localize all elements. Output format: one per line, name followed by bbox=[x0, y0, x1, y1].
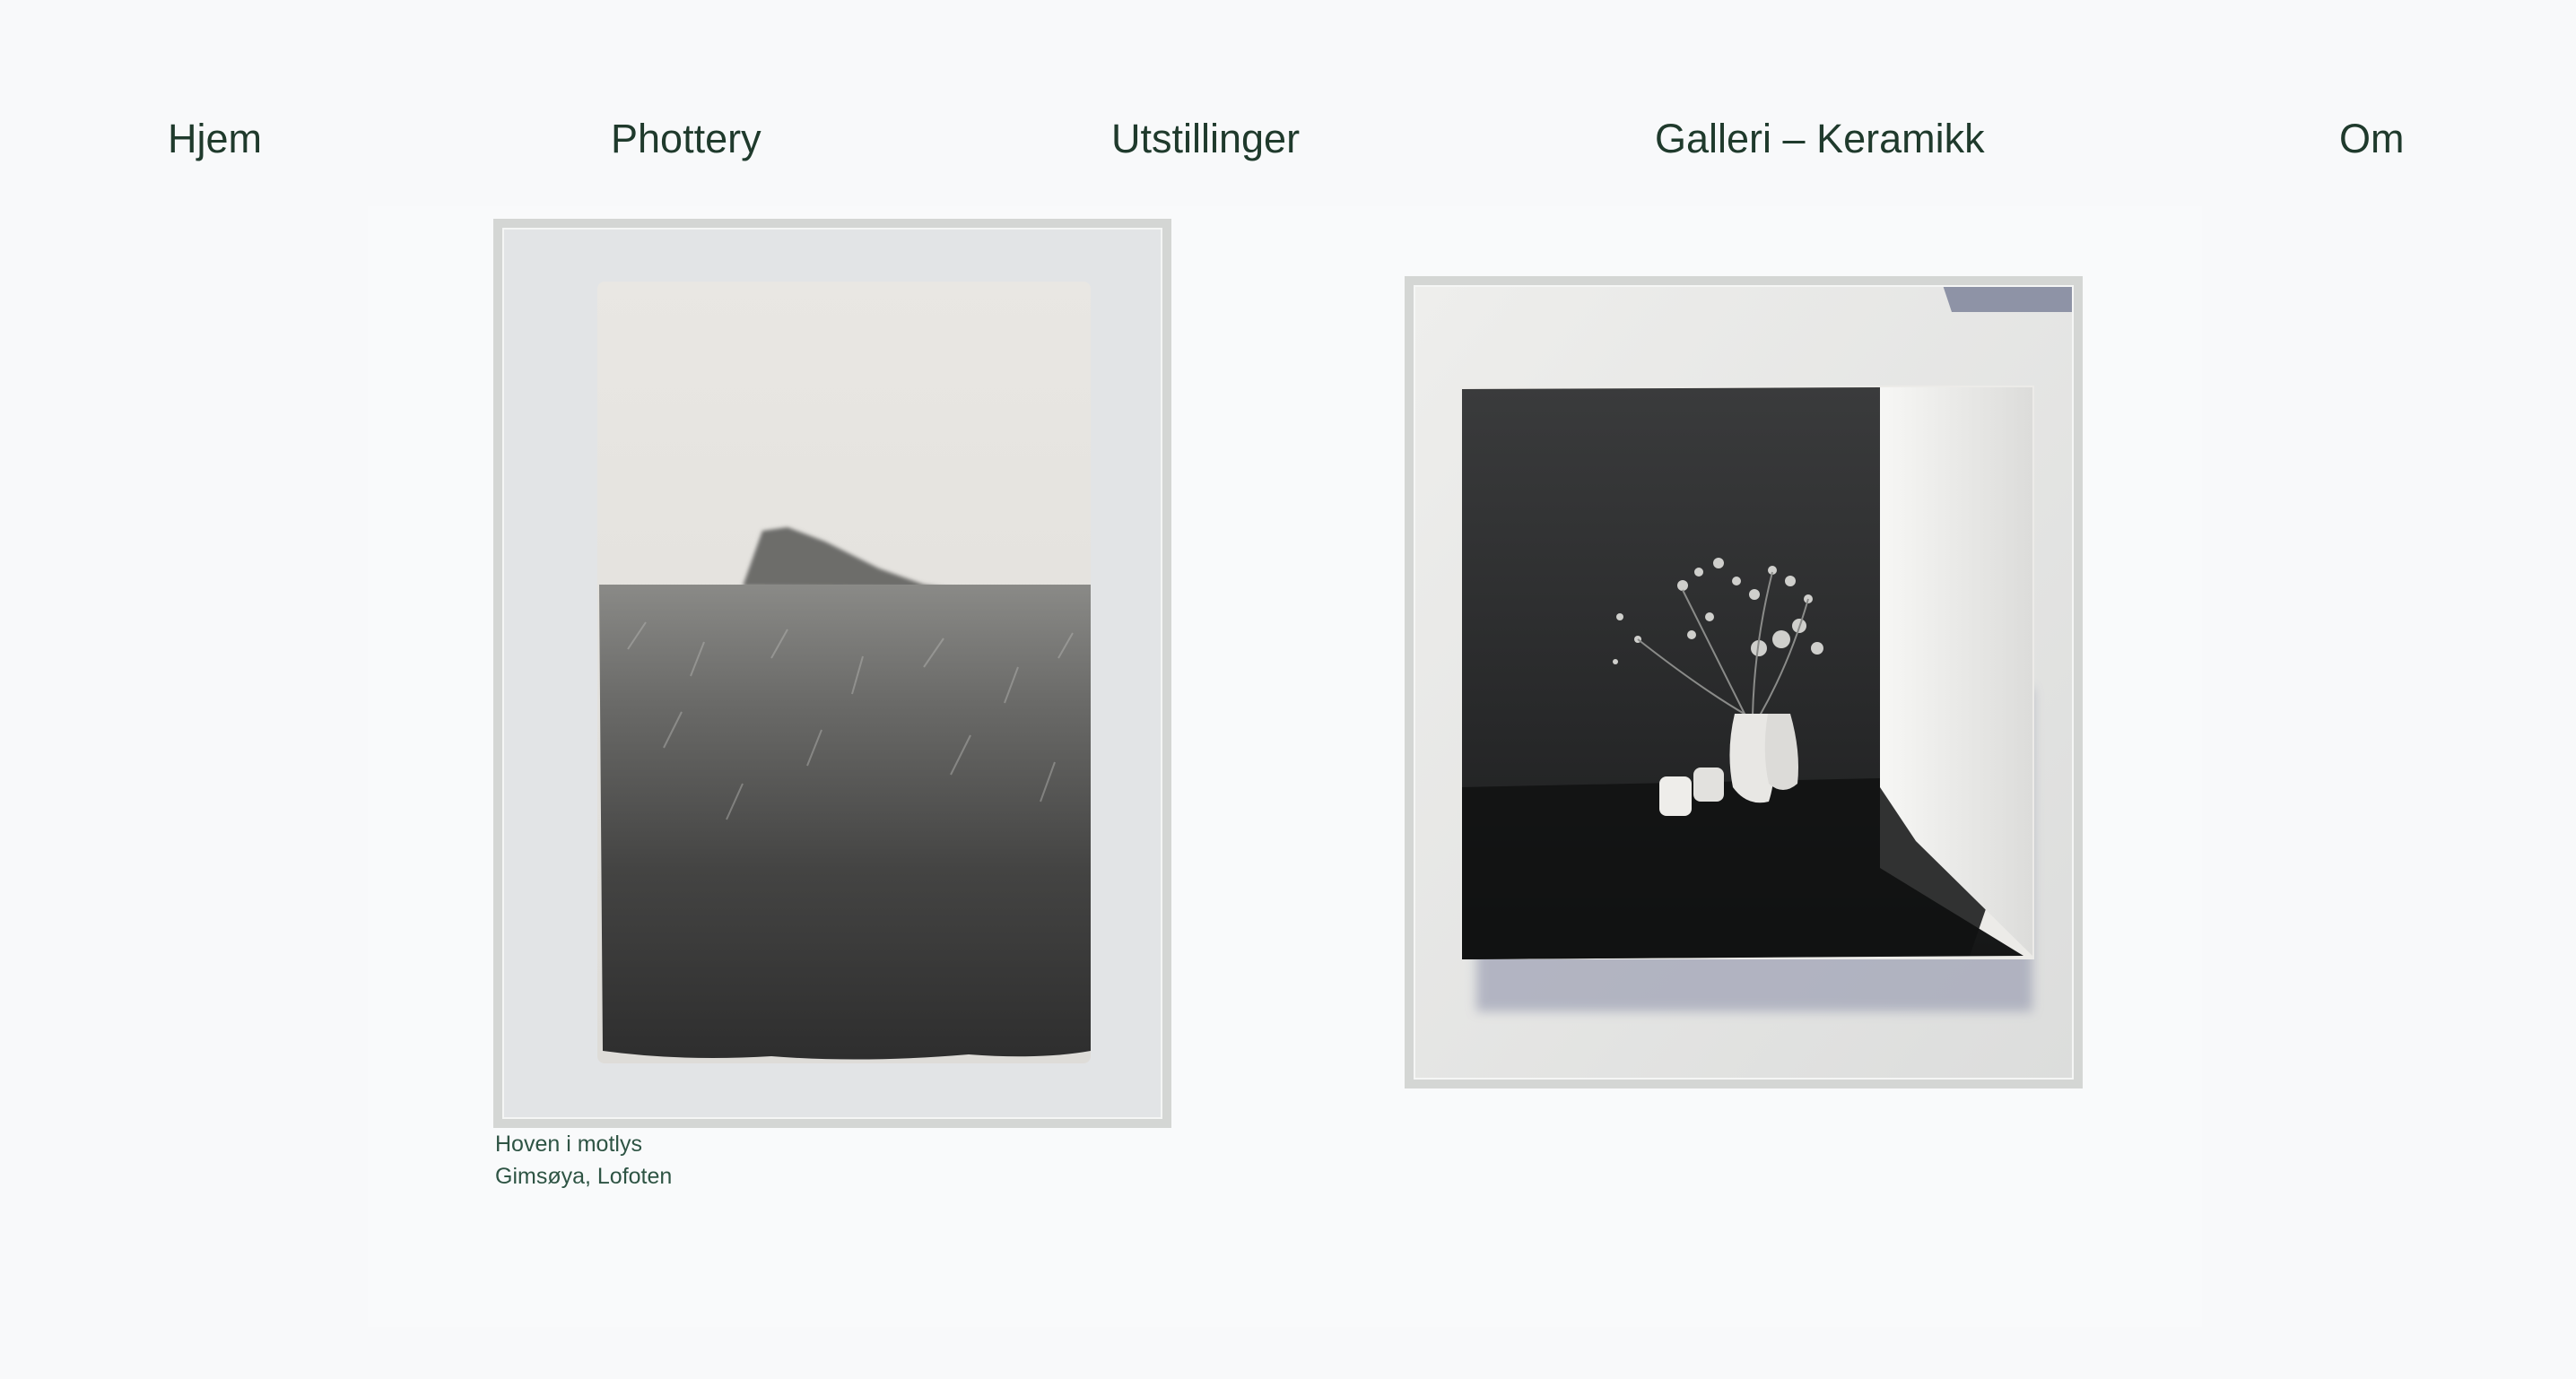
main-nav: Hjem Phottery Utstillinger Galleri – Ker… bbox=[0, 108, 2576, 170]
landscape-photo bbox=[502, 228, 1162, 1119]
nav-item-utstillinger[interactable]: Utstillinger bbox=[1111, 108, 1300, 170]
nav-item-om[interactable]: Om bbox=[2339, 108, 2405, 170]
photo-title: Hoven i motlys bbox=[495, 1132, 642, 1157]
nav-item-phottery[interactable]: Phottery bbox=[611, 108, 761, 170]
nav-item-galleri-keramikk[interactable]: Galleri – Keramikk bbox=[1655, 108, 1985, 170]
photo-frame bbox=[1405, 276, 2083, 1088]
nav-item-hjem[interactable]: Hjem bbox=[168, 108, 262, 170]
gallery-item-still-life[interactable] bbox=[1405, 276, 2083, 1088]
photo-location: Gimsøya, Lofoten bbox=[495, 1164, 673, 1189]
photo-frame bbox=[493, 219, 1171, 1128]
still-life-photo bbox=[1414, 285, 2074, 1080]
gallery-item-hoven[interactable]: Hoven i motlys Gimsøya, Lofoten bbox=[493, 219, 1171, 1189]
